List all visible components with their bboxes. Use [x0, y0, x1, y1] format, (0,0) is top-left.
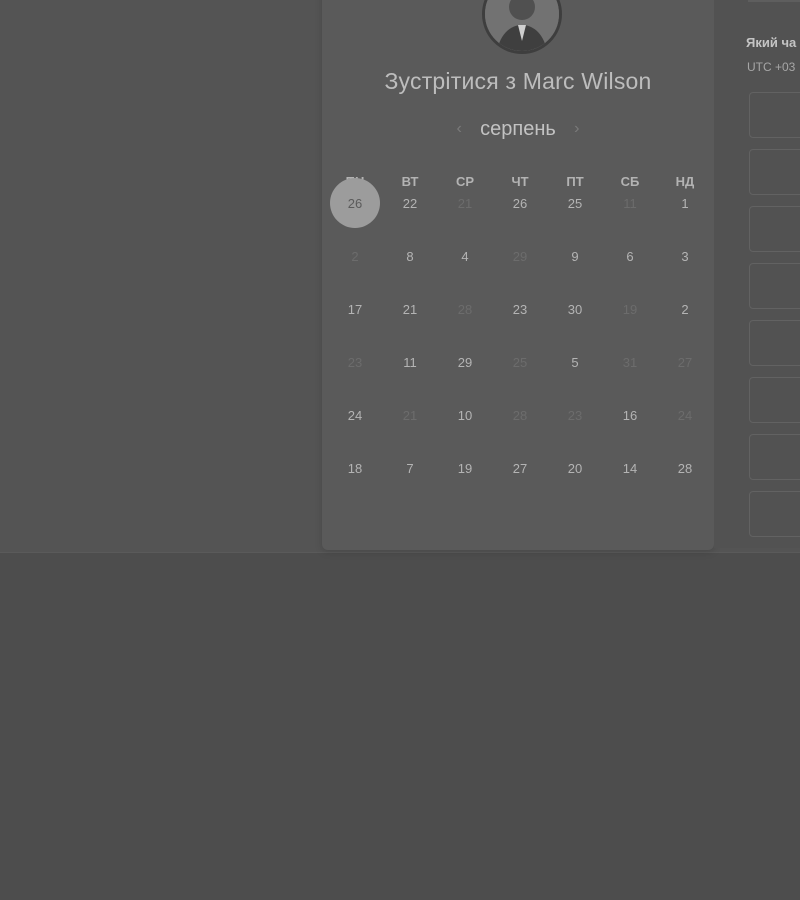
- calendar-day: 28: [512, 408, 528, 423]
- calendar-day[interactable]: 20: [550, 461, 600, 476]
- weekday-header: ПТ: [566, 174, 584, 189]
- calendar-day[interactable]: 24: [330, 408, 380, 423]
- calendar-day: 2: [351, 249, 359, 264]
- calendar-day[interactable]: 23: [495, 302, 545, 317]
- calendar-day[interactable]: 8: [385, 249, 435, 264]
- calendar-day[interactable]: 21: [385, 302, 435, 317]
- weekday-header: НД: [675, 174, 695, 189]
- calendar-day[interactable]: 22: [385, 196, 435, 211]
- time-slot-button[interactable]: [749, 434, 800, 480]
- calendar-day[interactable]: 9: [550, 249, 600, 264]
- time-slot-button[interactable]: [749, 92, 800, 138]
- calendar-day[interactable]: 29: [440, 355, 490, 370]
- calendar-day[interactable]: 10: [440, 408, 490, 423]
- timezone-label: UTC +03: [747, 60, 796, 74]
- time-slot-button[interactable]: [749, 491, 800, 537]
- calendar-day[interactable]: 28: [660, 461, 710, 476]
- calendar-day: 21: [402, 408, 418, 423]
- calendar-day[interactable]: 2: [660, 302, 710, 317]
- month-navigation: ‹ серпень ›: [322, 115, 714, 143]
- time-slot-button[interactable]: [749, 263, 800, 309]
- calendar-day[interactable]: 6: [605, 249, 655, 264]
- calendar-day[interactable]: 1: [660, 196, 710, 211]
- time-panel-heading: Який ча: [746, 35, 797, 50]
- calendar-day[interactable]: 18: [330, 461, 380, 476]
- calendar-day[interactable]: 7: [385, 461, 435, 476]
- calendar-day[interactable]: 30: [550, 302, 600, 317]
- calendar-day: 29: [512, 249, 528, 264]
- chevron-right-icon[interactable]: ›: [570, 120, 584, 138]
- calendar-day[interactable]: 27: [495, 461, 545, 476]
- weekday-header: СБ: [620, 174, 640, 189]
- calendar-day[interactable]: 3: [660, 249, 710, 264]
- calendar-day-selected[interactable]: 26: [330, 196, 380, 211]
- calendar-day: 11: [623, 196, 637, 211]
- calendar-day[interactable]: 5: [550, 355, 600, 370]
- weekday-header: ВТ: [401, 174, 419, 189]
- calendar-day: 23: [347, 355, 363, 370]
- divider: [748, 0, 800, 2]
- time-slot-button[interactable]: [749, 206, 800, 252]
- calendar-day[interactable]: 17: [330, 302, 380, 317]
- calendar-day[interactable]: 11: [385, 355, 435, 370]
- calendar-day: 23: [567, 408, 583, 423]
- chevron-left-icon[interactable]: ‹: [452, 120, 466, 138]
- time-slot-button[interactable]: [749, 320, 800, 366]
- calendar-day: 24: [677, 408, 693, 423]
- time-slot-button[interactable]: [749, 149, 800, 195]
- calendar-day[interactable]: 4: [440, 249, 490, 264]
- calendar-day[interactable]: 16: [605, 408, 655, 423]
- calendar-day[interactable]: 25: [550, 196, 600, 211]
- calendar-day: 27: [677, 355, 693, 370]
- calendar-day[interactable]: 19: [440, 461, 490, 476]
- page-title: Зустрітися з Marc Wilson: [384, 68, 652, 94]
- calendar-day: 21: [457, 196, 473, 211]
- month-label: серпень: [480, 117, 556, 140]
- time-slot-button[interactable]: [749, 377, 800, 423]
- calendar-day: 25: [512, 355, 528, 370]
- weekday-header: СР: [455, 174, 475, 189]
- calendar-day[interactable]: 14: [605, 461, 655, 476]
- calendar-day[interactable]: 26: [495, 196, 545, 211]
- calendar-day: 28: [457, 302, 473, 317]
- calendar-day: 19: [622, 302, 638, 317]
- weekday-header: ЧТ: [511, 174, 529, 189]
- calendar-day: 31: [622, 355, 638, 370]
